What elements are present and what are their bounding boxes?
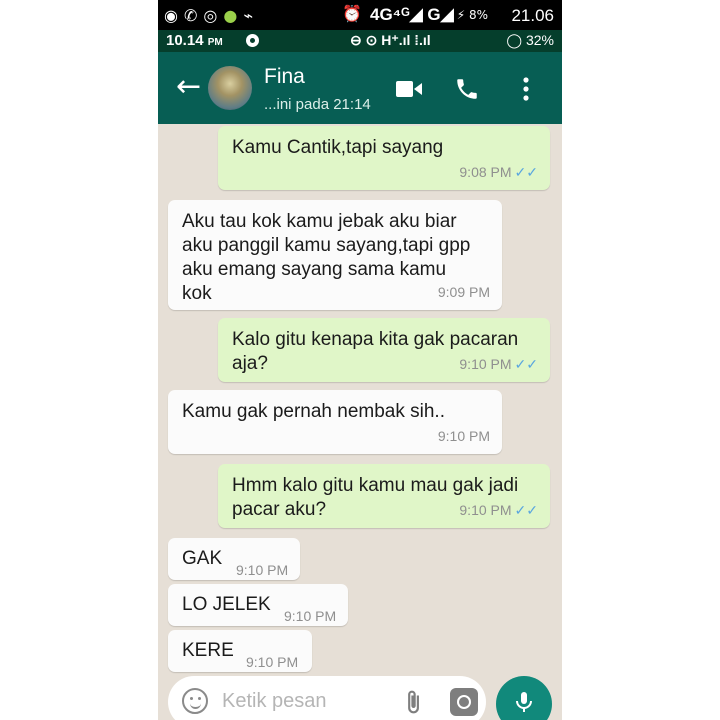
video-call-icon[interactable] [396, 80, 422, 98]
message-list[interactable]: Kamu Cantik,tapi sayang 9:08 PM ✓✓ Aku ta… [158, 124, 562, 720]
battery-indicator: ⚡ 8% [456, 8, 488, 22]
message-time: 9:10 PM [459, 502, 512, 518]
message-line: aku emang sayang sama kamu [182, 259, 447, 280]
camera-icon[interactable] [450, 688, 478, 716]
whatsapp-icon: ✆ [183, 5, 198, 25]
more-options-icon[interactable] [522, 76, 530, 102]
message-bubble-incoming[interactable]: Aku tau kok kamu jebak aku biar aku pang… [168, 200, 502, 310]
inner-status-bar: 10.14 PM ⊖ ⊙ H⁺.ıl ⁞.ıl ◯ 32% [158, 30, 562, 52]
message-bubble-incoming[interactable]: KERE 9:10 PM [168, 630, 312, 672]
message-text: Kamu Cantik,tapi sayang [232, 136, 443, 160]
chat-header: ← Fina ...ini pada 21:14 [158, 52, 562, 124]
message-bubble-incoming[interactable]: GAK 9:10 PM [168, 538, 300, 580]
message-time: 9:10 PM [437, 428, 490, 444]
alarm-icon: ⏰ [342, 4, 362, 23]
message-text: Aku tau kok kamu jebak aku biar aku pang… [182, 210, 470, 306]
inner-clock-time: 10.14 [166, 32, 204, 49]
read-receipt-icon: ✓✓ [514, 356, 538, 372]
broom-icon: ⌁ [243, 5, 253, 25]
message-line: LO JELEK [182, 594, 271, 615]
emoji-icon[interactable] [182, 688, 208, 714]
read-receipt-icon: ✓✓ [514, 502, 538, 518]
network-indicator: 4G⁴ᴳ◢ G◢ [370, 5, 454, 24]
message-line: KERE [182, 640, 234, 661]
message-time: 9:08 PM [459, 164, 512, 180]
message-input[interactable]: Ketik pesan [222, 690, 327, 713]
message-bubble-outgoing[interactable]: Hmm kalo gitu kamu mau gak jadi pacar ak… [218, 464, 550, 528]
message-time: 9:10 PM [236, 562, 289, 578]
back-arrow-icon[interactable]: ← [176, 72, 201, 102]
message-meta: 9:10 PM ✓✓ [459, 352, 538, 376]
contact-status: ...ini pada 21:14 [264, 96, 371, 113]
message-time: 9:10 PM [246, 654, 299, 670]
message-bubble-outgoing[interactable]: Kamu Cantik,tapi sayang 9:08 PM ✓✓ [218, 126, 550, 190]
inner-clock: 10.14 PM [166, 32, 223, 49]
system-clock: 21.06 [511, 6, 554, 25]
record-icon [246, 34, 259, 47]
message-text: KERE [182, 639, 234, 663]
message-line: Kamu Cantik,tapi sayang [232, 137, 444, 158]
message-bubble-incoming[interactable]: LO JELEK 9:10 PM [168, 584, 348, 626]
message-meta: 9:10 PM ✓✓ [459, 498, 538, 522]
microphone-icon [516, 692, 532, 712]
inner-battery: ◯ 32% [506, 32, 554, 48]
message-line: GAK [182, 548, 223, 569]
inner-clock-suffix: PM [207, 37, 223, 48]
message-time: 9:10 PM [459, 356, 512, 372]
message-time: 9:09 PM [437, 284, 490, 300]
message-time: 9:10 PM [284, 608, 337, 624]
system-status-bar: ◉ ✆ ◎ ● ⌁ ⏰ 4G⁴ᴳ◢ G◢ ⚡ 8% 21.06 [158, 0, 562, 30]
shield-icon: ● [223, 5, 238, 25]
contact-name[interactable]: Fina [264, 65, 305, 89]
message-line: kok [182, 283, 212, 304]
inner-signal: ⊖ ⊙ H⁺.ıl ⁞.ıl [350, 32, 431, 48]
message-line: Aku tau kok kamu jebak aku biar [182, 211, 457, 232]
phone-call-icon[interactable] [454, 76, 480, 102]
message-text: Kamu gak pernah nembak sih.. [182, 400, 445, 424]
message-text: GAK [182, 547, 222, 571]
message-input-bar: Ketik pesan [168, 676, 486, 720]
message-meta: 9:08 PM ✓✓ [459, 160, 538, 184]
phone-screen: ◉ ✆ ◎ ● ⌁ ⏰ 4G⁴ᴳ◢ G◢ ⚡ 8% 21.06 10.14 PM… [158, 0, 562, 720]
attach-icon[interactable] [400, 688, 426, 716]
message-bubble-outgoing[interactable]: Kalo gitu kenapa kita gak pacaran aja? 9… [218, 318, 550, 382]
message-line: Hmm kalo gitu kamu mau gak jadi [232, 475, 519, 496]
read-receipt-icon: ✓✓ [514, 164, 538, 180]
message-line: Kamu gak pernah nembak sih.. [182, 401, 445, 422]
notification-icon: ◉ [164, 5, 178, 25]
message-line: Kalo gitu kenapa kita gak pacaran [232, 329, 519, 350]
message-bubble-incoming[interactable]: Kamu gak pernah nembak sih.. 9:10 PM [168, 390, 502, 454]
avatar[interactable] [208, 66, 252, 110]
message-line: aku panggil kamu sayang,tapi gpp [182, 235, 471, 256]
instagram-icon: ◎ [203, 5, 218, 25]
message-text: LO JELEK [182, 593, 271, 617]
